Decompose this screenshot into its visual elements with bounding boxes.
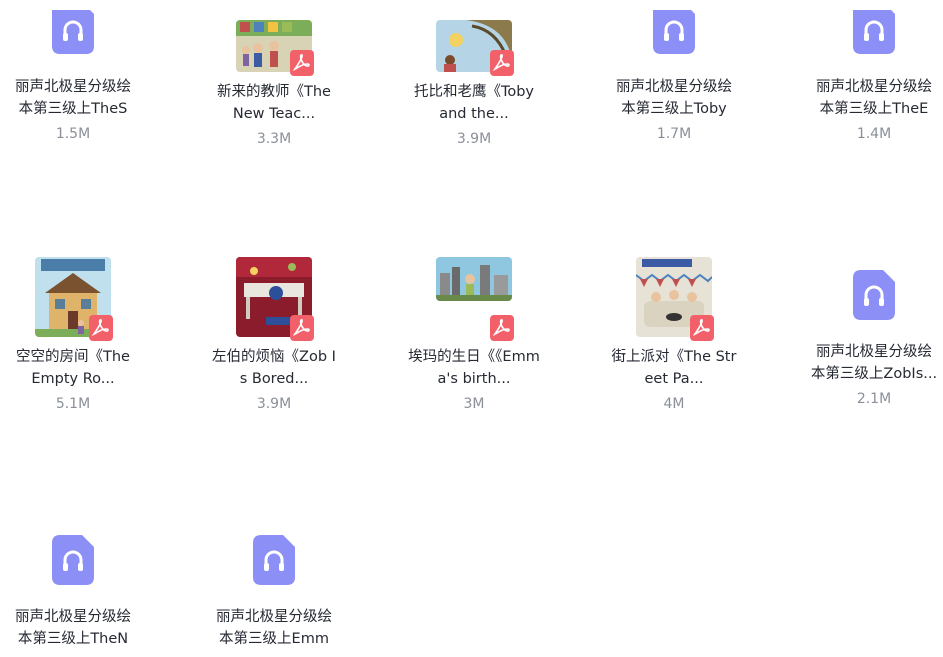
pdf-icon <box>290 50 314 76</box>
pdf-file-thumb <box>236 257 314 341</box>
audio-file-thumb <box>253 535 295 585</box>
file-name: 丽声北极星分级绘 本第三级上Emm <box>216 609 332 647</box>
file-name: 丽声北极星分级绘 本第三级上Toby <box>616 79 732 117</box>
headphones-icon <box>853 270 895 320</box>
file-size: 5.1M <box>55 396 91 412</box>
file-size: 1.4M <box>856 126 892 142</box>
headphones-icon <box>653 10 695 60</box>
file-grid: 丽声北极星分级绘 本第三级上TheS 1.5M 新来的教师《The New Teac… <box>0 0 943 657</box>
book-cover-image <box>436 257 512 301</box>
headphones-icon <box>52 535 94 585</box>
file-size: 1.7M <box>656 126 692 142</box>
file-size: 3.3M <box>256 131 292 147</box>
file-size: 2.1M <box>856 391 892 407</box>
audio-file-thumb <box>853 10 895 60</box>
headphones-icon <box>853 10 895 60</box>
pdf-file-thumb <box>35 257 113 341</box>
file-name: 空空的房间《The Empty Ro... <box>16 349 130 387</box>
pdf-file-thumb <box>636 257 714 341</box>
pdf-icon <box>290 315 314 341</box>
file-size: 1.5M <box>55 126 91 142</box>
headphones-icon <box>52 10 94 60</box>
file-name: 托比和老鹰《Toby and the... <box>413 84 535 122</box>
pdf-file-thumb <box>236 20 314 76</box>
file-name: 新来的教师《The New Teac... <box>217 84 331 122</box>
file-name: 丽声北极星分级绘 本第三级上ZobIs... <box>810 344 938 382</box>
headphones-icon <box>253 535 295 585</box>
pdf-icon <box>89 315 113 341</box>
audio-file-thumb <box>853 270 895 320</box>
file-name: 丽声北极星分级绘 本第三级上TheN <box>15 609 131 647</box>
file-size: 3M <box>463 396 485 412</box>
audio-file-thumb <box>52 10 94 60</box>
file-name: 埃玛的生日《《Emm a's birth... <box>408 349 540 387</box>
pdf-file-thumb <box>436 20 514 76</box>
file-name: 街上派对《The Str eet Pa... <box>611 349 737 387</box>
pdf-icon <box>490 50 514 76</box>
file-size: 3.9M <box>256 396 292 412</box>
file-name: 丽声北极星分级绘 本第三级上TheE <box>816 79 932 117</box>
pdf-icon <box>490 315 514 341</box>
pdf-file-thumb <box>436 257 514 341</box>
file-name: 丽声北极星分级绘 本第三级上TheS <box>15 79 131 117</box>
file-size: 4M <box>663 396 685 412</box>
pdf-icon <box>690 315 714 341</box>
file-size: 3.9M <box>456 131 492 147</box>
audio-file-thumb <box>653 10 695 60</box>
file-name: 左伯的烦恼《Zob Is Bored... <box>212 349 336 387</box>
audio-file-thumb <box>52 535 94 585</box>
